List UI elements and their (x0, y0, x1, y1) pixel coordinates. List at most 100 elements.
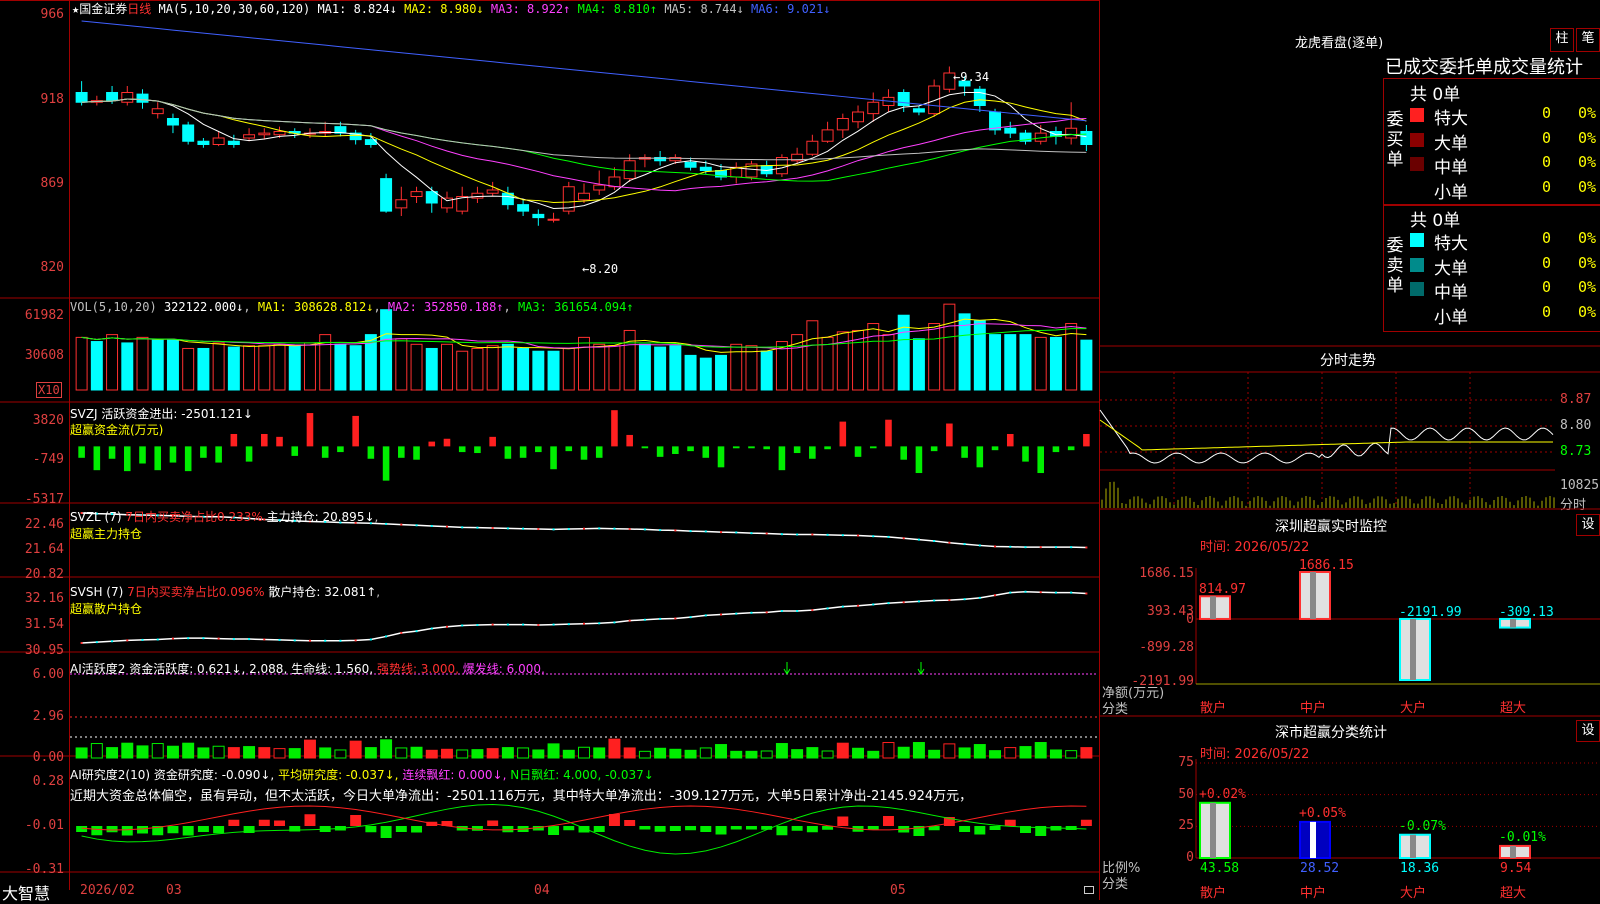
active-bar (684, 749, 697, 759)
svzl-point (902, 537, 905, 540)
svzj-bar (869, 446, 877, 449)
candle-body (821, 129, 834, 142)
active-bar (928, 749, 941, 759)
active-bar (806, 747, 819, 759)
candle-body (852, 111, 865, 123)
svsh-point (994, 594, 997, 597)
volume-bar (288, 345, 301, 391)
candle-body (912, 108, 925, 113)
research-bar (411, 826, 423, 833)
active-bar (410, 746, 423, 759)
brand-label[interactable]: 大智慧 (2, 880, 50, 904)
svzj-bar (519, 446, 527, 458)
svsh-point (917, 600, 920, 603)
active-bar (730, 750, 743, 759)
kline-header: ★国金证券日线 MA(5,10,20,30,60,120) MA1: 8.824… (72, 0, 831, 17)
volume-bar (882, 334, 895, 391)
svzl-point (978, 544, 981, 547)
active-bar (669, 748, 682, 759)
active-bar (90, 743, 103, 759)
candle-body (623, 160, 636, 180)
svzl-point (674, 529, 677, 532)
research-bar (304, 814, 316, 826)
volume-bar (258, 345, 271, 391)
volume-bar (349, 345, 362, 391)
candle (501, 186, 514, 210)
candle (182, 121, 195, 145)
candle (821, 121, 834, 143)
volume-bar (532, 350, 545, 391)
svzl-point (811, 533, 814, 536)
volume-bar (106, 334, 119, 391)
ai-research-axis-bot: -0.31 (24, 862, 64, 877)
sc-bar-shade (1210, 802, 1216, 858)
research-bar (669, 826, 681, 831)
candle (867, 92, 880, 122)
active-bar (1034, 742, 1047, 759)
svzj-bar (702, 446, 710, 458)
xaxis-label-feb: 2026/02 (80, 883, 135, 898)
svsh-point (841, 605, 844, 608)
active-bar (212, 745, 225, 759)
active-bar (106, 747, 119, 759)
svzj-bar (946, 423, 953, 447)
svsh-point (628, 619, 631, 622)
active-bar (654, 747, 667, 759)
svzl-point (506, 527, 509, 530)
svsh-point (567, 623, 570, 626)
svzj-bar (991, 446, 999, 451)
research-bar (959, 826, 971, 832)
candle (730, 162, 743, 184)
svsh-point (659, 617, 662, 620)
svzl-point (933, 540, 936, 542)
period-label[interactable]: 日线 (127, 2, 151, 16)
active-bar (501, 747, 514, 759)
candle (456, 186, 469, 215)
candle (1034, 125, 1047, 145)
ma2-value: MA2: 8.980↓ (404, 2, 484, 16)
lock-icon[interactable] (1084, 886, 1094, 894)
volume-bar (410, 343, 423, 391)
svsh-point (750, 611, 753, 614)
svzj-title: SVZJ 活跃资金进出: -2501.121↓ (70, 407, 253, 421)
svzj-bar (78, 446, 85, 458)
active-bar (578, 746, 590, 759)
ai-active-title-a: AI活跃度2 资金活跃度: 0.621↓, 2.088, 生命线: 1.560, (70, 662, 374, 676)
active-bar (973, 744, 986, 759)
svzl-axis-top: 22.46 (24, 517, 64, 532)
candle-body (806, 140, 819, 155)
svzj-subtitle: 超赢资金流(万元) (70, 423, 164, 437)
research-bar (974, 826, 986, 835)
svsh-point (187, 637, 190, 640)
svzl-point (552, 528, 555, 531)
active-bar (897, 746, 910, 759)
research-bar (274, 820, 286, 826)
sc-bar (1399, 833, 1431, 860)
svzj-axis-top: 3820 (32, 413, 64, 428)
svzj-bar (809, 446, 816, 459)
svsh-point (461, 624, 464, 627)
svzl-point (948, 541, 951, 544)
volume-bar (973, 320, 986, 391)
volume-bar (151, 339, 164, 391)
volume-bar (715, 354, 727, 391)
research-bar (639, 826, 651, 830)
svsh-point (857, 604, 860, 607)
svsh-point (963, 598, 966, 601)
candle-body (395, 199, 408, 209)
candle-body (699, 166, 712, 171)
active-bar (425, 749, 438, 759)
svzl-point (1039, 546, 1042, 549)
svzj-bar (550, 446, 557, 470)
svzj-bar (352, 415, 359, 447)
active-bar (989, 750, 1002, 759)
volume-bar (395, 338, 408, 391)
svzj-bar (443, 438, 451, 447)
research-bar (228, 819, 240, 826)
active-bar (1004, 747, 1017, 759)
candle-body (166, 118, 179, 126)
svzj-bar (1022, 446, 1029, 462)
main-chart-area[interactable]: ★国金证券日线 MA(5,10,20,30,60,120) MA1: 8.824… (0, 0, 1100, 903)
candle-body (973, 88, 986, 106)
svsh-point (369, 638, 372, 641)
